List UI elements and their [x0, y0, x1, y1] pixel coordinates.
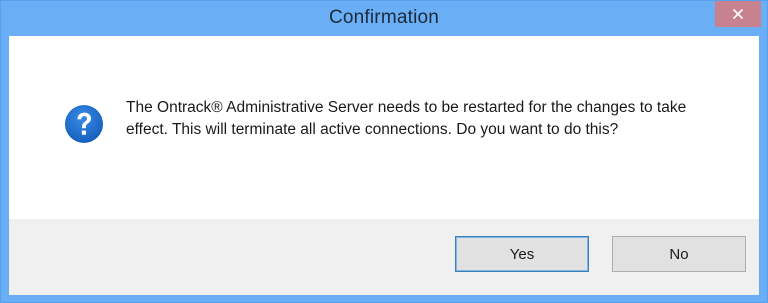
no-button[interactable]: No — [612, 236, 746, 272]
dialog-content: The Ontrack® Administrative Server needs… — [9, 36, 759, 219]
dialog-title: Confirmation — [328, 7, 440, 28]
dialog-message: The Ontrack® Administrative Server needs… — [126, 99, 687, 138]
question-icon — [65, 105, 103, 143]
close-icon — [732, 8, 744, 20]
close-button[interactable] — [715, 1, 761, 27]
button-bar: Yes No — [9, 219, 759, 295]
title-bar[interactable]: Confirmation — [1, 1, 767, 36]
yes-button[interactable]: Yes — [455, 236, 589, 272]
confirmation-dialog: Confirmation The Ontrack® Administrative… — [0, 0, 768, 303]
